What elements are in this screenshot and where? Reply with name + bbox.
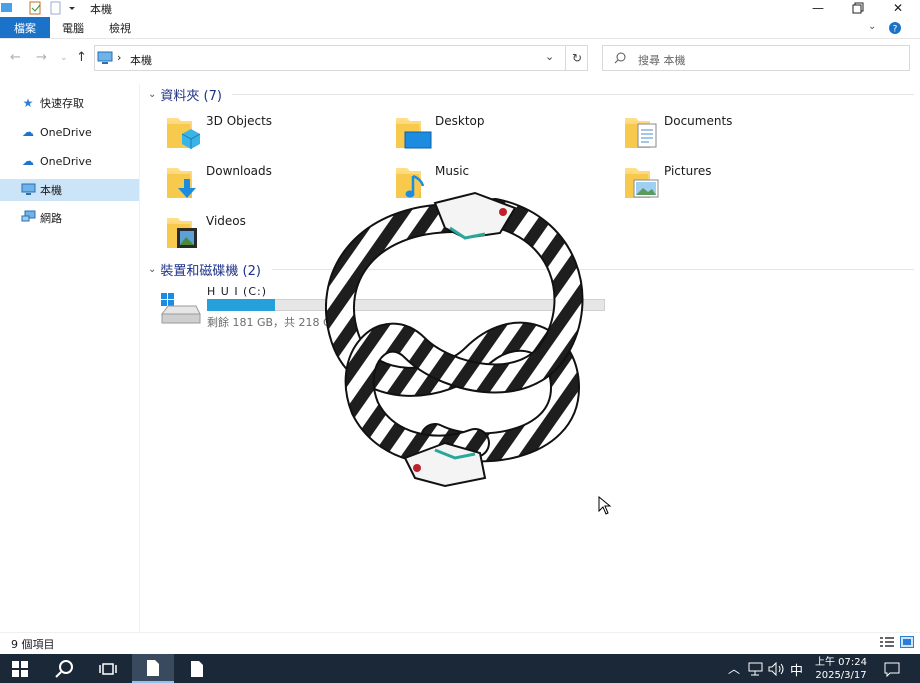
hard-drive-icon — [161, 293, 201, 324]
drive-label: H U I (C:) — [207, 285, 268, 298]
computer-icon — [97, 51, 113, 64]
folder-label: Music — [435, 164, 470, 178]
address-dropdown-chevron-icon[interactable]: ⌄ — [545, 50, 554, 63]
svg-text:?: ? — [893, 25, 898, 35]
sidebar-item-label: 本機 — [40, 184, 62, 197]
sidebar-item-label: OneDrive — [40, 125, 92, 139]
3d-objects-folder-icon — [167, 118, 201, 149]
videos-folder-icon — [167, 218, 197, 248]
folder-label: Pictures — [664, 164, 712, 178]
sidebar-item-label: 網路 — [40, 212, 62, 225]
search-placeholder: 搜尋 本機 — [638, 54, 686, 67]
status-bar — [0, 632, 920, 654]
windows-logo-icon — [12, 660, 28, 677]
breadcrumb-separator: › — [117, 51, 122, 64]
volume-icon[interactable] — [768, 662, 786, 676]
folder-documents[interactable]: Documents — [622, 112, 842, 156]
restore-button[interactable] — [840, 0, 876, 16]
computer-icon — [20, 183, 36, 198]
show-hidden-icons-chevron-icon[interactable]: ︿ — [728, 660, 740, 677]
folder-label: 3D Objects — [206, 114, 273, 128]
cloud-icon: ☁ — [22, 125, 34, 139]
breadcrumb-current[interactable]: 本機 — [130, 52, 152, 68]
pictures-folder-icon — [625, 168, 659, 198]
mouse-cursor-icon — [598, 496, 612, 515]
ime-indicator[interactable]: 中 — [790, 660, 803, 679]
search-taskbar-button[interactable] — [44, 654, 84, 683]
close-button[interactable]: ✕ — [880, 0, 916, 16]
sidebar-item-this-pc[interactable]: 本機 — [0, 179, 139, 201]
details-view-icon[interactable] — [880, 636, 894, 648]
back-arrow-icon[interactable]: ← — [10, 50, 21, 65]
ribbon-expand-chevron-icon[interactable]: ⌄ — [868, 21, 876, 32]
collapse-chevron-icon: ⌄ — [148, 88, 157, 100]
address-divider — [565, 46, 566, 70]
collapse-chevron-icon: ⌄ — [148, 263, 157, 275]
up-arrow-icon[interactable]: ↑ — [76, 50, 87, 65]
network-icon[interactable] — [748, 662, 764, 676]
tab-file[interactable]: 檔案 — [0, 17, 50, 38]
start-button[interactable] — [0, 654, 40, 683]
taskbar-app-document[interactable] — [176, 654, 218, 683]
minimize-button[interactable]: — — [800, 0, 836, 16]
refresh-icon[interactable]: ↻ — [572, 51, 582, 65]
document-icon — [191, 660, 203, 677]
sidebar-item-network[interactable]: 網路 — [0, 207, 139, 229]
group-title: 資料夾 (7) — [160, 88, 222, 104]
ribbon: 檔案 電腦 檢視 ⌄ ? — [0, 17, 920, 39]
task-view-button[interactable] — [88, 654, 128, 683]
tab-view[interactable]: 檢視 — [96, 17, 144, 38]
group-divider — [232, 94, 914, 95]
sidebar-item-onedrive[interactable]: ☁ OneDrive — [0, 121, 139, 143]
network-icon — [20, 210, 36, 226]
group-header-folders[interactable]: ⌄ 資料夾 (7) — [148, 85, 222, 104]
task-view-icon — [99, 662, 117, 675]
quick-access-toolbar[interactable] — [0, 1, 80, 15]
sidebar-item-onedrive-2[interactable]: ☁ OneDrive — [0, 150, 139, 172]
large-icons-view-icon[interactable] — [900, 636, 914, 648]
clock[interactable]: 上午 07:24 2025/3/17 — [812, 656, 870, 682]
documents-folder-icon — [625, 118, 657, 148]
folder-label: Videos — [206, 214, 246, 228]
desktop-folder-icon — [396, 118, 432, 149]
drive-free-space: 剩餘 181 GB，共 218 GB — [207, 316, 340, 329]
tab-computer[interactable]: 電腦 — [50, 17, 96, 38]
star-icon: ★ — [22, 96, 34, 110]
taskbar-app-file-explorer[interactable] — [132, 654, 174, 683]
window-title: 本機 — [90, 3, 112, 16]
help-icon[interactable]: ? — [888, 21, 902, 35]
folder-label: Documents — [664, 114, 733, 128]
forward-arrow-icon[interactable]: → — [36, 50, 47, 65]
clock-time: 上午 07:24 — [815, 657, 867, 668]
group-header-devices[interactable]: ⌄ 裝置和磁碟機 (2) — [148, 260, 261, 279]
document-icon — [147, 659, 159, 676]
recent-locations-chevron-icon[interactable]: ⌄ — [60, 53, 68, 63]
cloud-icon: ☁ — [22, 154, 34, 168]
folder-label: Downloads — [206, 164, 272, 178]
address-bar[interactable] — [94, 45, 588, 71]
search-icon — [614, 52, 626, 64]
folder-3d-objects[interactable]: 3D Objects — [164, 112, 384, 156]
group-title: 裝置和磁碟機 (2) — [160, 263, 261, 279]
downloads-folder-icon — [167, 168, 196, 198]
notifications-icon[interactable] — [884, 662, 900, 677]
search-icon — [55, 659, 73, 678]
folder-desktop[interactable]: Desktop — [393, 112, 613, 156]
sidebar-item-quick-access[interactable]: ★ 快速存取 — [0, 92, 139, 114]
folder-label: Desktop — [435, 114, 485, 128]
drive-usage-fill — [207, 299, 275, 311]
folder-pictures[interactable]: Pictures — [622, 162, 842, 206]
items-count: 9 個項目 — [11, 638, 55, 651]
clock-date: 2025/3/17 — [815, 670, 867, 681]
sidebar-item-label: OneDrive — [40, 154, 92, 168]
snake-illustration — [325, 191, 584, 488]
restore-icon — [852, 2, 864, 14]
title-bar: 本機 — ✕ — [0, 0, 920, 16]
sidebar-item-label: 快速存取 — [40, 97, 84, 110]
